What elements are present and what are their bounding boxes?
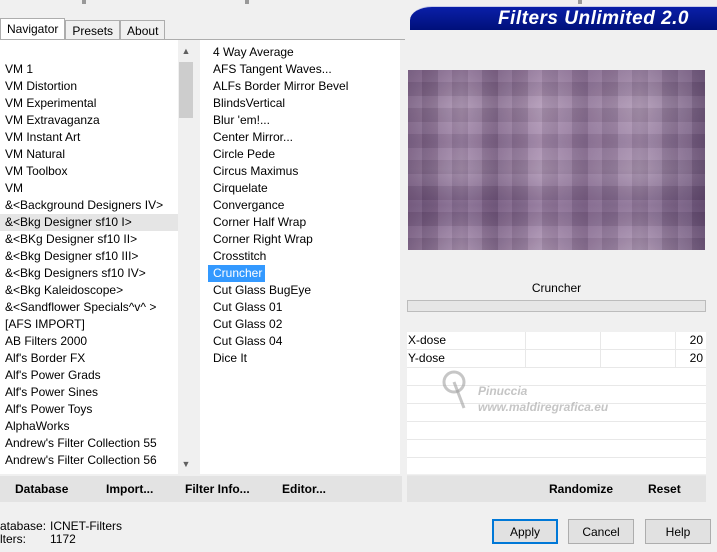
category-item[interactable]: VM [0, 180, 178, 197]
filter-item[interactable]: BlindsVertical [208, 95, 398, 112]
param-row[interactable]: X-dose 20 [407, 332, 706, 350]
filter-list: 4 Way Average AFS Tangent Waves... ALFs Bo… [208, 44, 398, 367]
watermark-name: Pinuccia [478, 384, 528, 398]
category-item[interactable]: &<Sandflower Specials^v^ > [0, 299, 178, 316]
randomize-button[interactable]: Randomize [549, 476, 613, 502]
database-button[interactable]: Database [15, 476, 68, 502]
filter-item[interactable]: Circus Maximus [208, 163, 398, 180]
tab-navigator[interactable]: Navigator [0, 18, 66, 40]
filter-item[interactable]: Dice It [208, 350, 398, 367]
chrome-dot [245, 0, 249, 4]
param-row-empty [407, 422, 706, 440]
filter-item[interactable]: Corner Half Wrap [208, 214, 398, 231]
category-item[interactable]: [AFS IMPORT] [0, 316, 178, 333]
filter-item[interactable]: Cut Glass 02 [208, 316, 398, 333]
param-value: 20 [689, 333, 703, 347]
category-item[interactable]: Alf's Power Grads [0, 367, 178, 384]
category-item[interactable]: &<Bkg Designers sf10 IV> [0, 265, 178, 282]
category-item[interactable]: &<BKg Designer sf10 II> [0, 231, 178, 248]
filter-item[interactable]: Crosstitch [208, 248, 398, 265]
category-item[interactable]: VM Toolbox [0, 163, 178, 180]
chrome-dot [578, 0, 582, 4]
category-list-panel: VM 1 VM Distortion VM Experimental VM Extra… [0, 40, 178, 474]
category-item[interactable]: &<Bkg Kaleidoscope> [0, 282, 178, 299]
filter-item[interactable]: Cut Glass 04 [208, 333, 398, 350]
param-row[interactable]: Y-dose 20 [407, 350, 706, 368]
param-label: Y-dose [408, 351, 445, 365]
param-value: 20 [689, 351, 703, 365]
category-scrollbar[interactable]: ▲ ▼ [178, 40, 194, 474]
category-item[interactable]: Alf's Power Toys [0, 401, 178, 418]
category-item[interactable]: VM Instant Art [0, 129, 178, 146]
database-status-value: ICNET-Filters [50, 519, 122, 533]
filter-item[interactable]: Circle Pede [208, 146, 398, 163]
chrome-dot [82, 0, 86, 4]
category-item[interactable]: Andrew's Filter Collection 56 [0, 452, 178, 469]
cancel-button[interactable]: Cancel [568, 519, 634, 544]
category-item[interactable]: VM Experimental [0, 95, 178, 112]
progress-bar [407, 300, 706, 312]
category-item[interactable]: VM Extravaganza [0, 112, 178, 129]
filter-item[interactable]: AFS Tangent Waves... [208, 61, 398, 78]
category-item[interactable]: &<Background Designers IV> [0, 197, 178, 214]
scroll-thumb[interactable] [179, 62, 193, 118]
param-slider-track[interactable] [451, 350, 678, 367]
import-button[interactable]: Import... [106, 476, 153, 502]
watermark-logo-icon [442, 370, 466, 409]
preview-image [408, 70, 705, 250]
category-item[interactable]: Andrew's Filter Collection 55 [0, 435, 178, 452]
filter-item[interactable]: 4 Way Average [208, 44, 398, 61]
tab-about[interactable]: About [120, 20, 166, 40]
filter-item[interactable]: Cirquelate [208, 180, 398, 197]
app-banner: Filters Unlimited 2.0 [410, 6, 717, 30]
apply-button[interactable]: Apply [492, 519, 558, 544]
category-item[interactable]: Alf's Power Sines [0, 384, 178, 401]
filter-item[interactable]: Corner Right Wrap [208, 231, 398, 248]
param-row-empty [407, 458, 706, 476]
scroll-up-icon[interactable]: ▲ [178, 43, 194, 59]
filter-item[interactable]: Convergance [208, 197, 398, 214]
category-item[interactable]: &<Bkg Designer sf10 I> [0, 214, 178, 231]
filter-item-selected[interactable]: Cruncher [208, 265, 266, 282]
reset-button[interactable]: Reset [648, 476, 681, 502]
category-item[interactable]: VM 1 [0, 61, 178, 78]
parameter-button-bar: Randomize Reset [407, 476, 706, 502]
database-status-label: atabase: [0, 519, 47, 533]
param-row-empty [407, 440, 706, 458]
category-item[interactable]: AB Filters 2000 [0, 333, 178, 350]
category-item[interactable]: VM Natural [0, 146, 178, 163]
category-item[interactable]: &<Bkg Designer sf10 III> [0, 248, 178, 265]
editor-button[interactable]: Editor... [282, 476, 326, 502]
param-label: X-dose [408, 333, 447, 347]
filter-item[interactable]: Blur 'em!... [208, 112, 398, 129]
watermark-url: www.maldiregrafica.eu [478, 400, 609, 414]
scroll-down-icon[interactable]: ▼ [178, 456, 194, 472]
tab-strip: Navigator Presets About [0, 18, 166, 40]
tab-presets[interactable]: Presets [65, 20, 121, 40]
filters-count-value: 1172 [50, 532, 76, 546]
filter-list-panel: 4 Way Average AFS Tangent Waves... ALFs Bo… [200, 40, 400, 474]
filter-info-button[interactable]: Filter Info... [185, 476, 250, 502]
filter-item[interactable]: Center Mirror... [208, 129, 398, 146]
filter-item[interactable]: ALFs Border Mirror Bevel [208, 78, 398, 95]
navigator-button-bar: Database Import... Filter Info... Editor… [0, 476, 402, 502]
help-button[interactable]: Help [645, 519, 711, 544]
filter-name-label: Cruncher [407, 277, 706, 299]
filter-item[interactable]: Cut Glass 01 [208, 299, 398, 316]
param-slider-track[interactable] [451, 332, 678, 349]
category-item[interactable]: VM Distortion [0, 78, 178, 95]
category-item[interactable]: AlphaWorks [0, 418, 178, 435]
category-list: VM 1 VM Distortion VM Experimental VM Extra… [0, 61, 178, 469]
filters-count-label: lters: [0, 532, 27, 546]
category-item[interactable]: Alf's Border FX [0, 350, 178, 367]
filter-item[interactable]: Cut Glass BugEye [208, 282, 398, 299]
